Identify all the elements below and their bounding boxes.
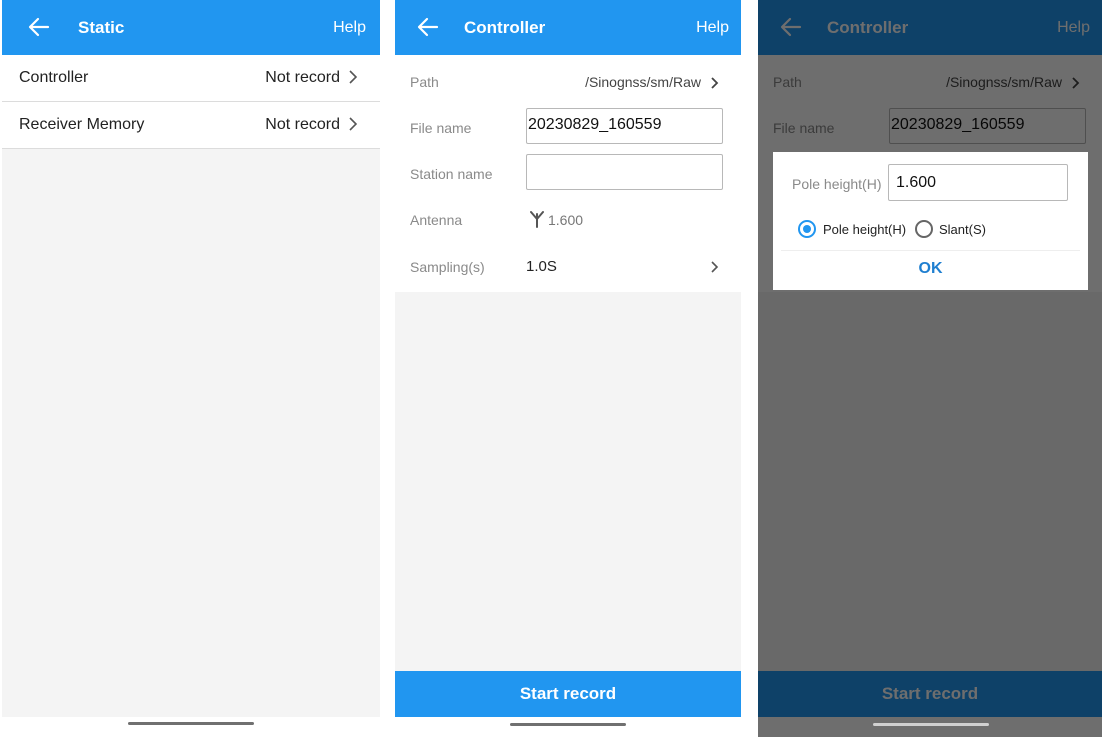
- help-button[interactable]: Help: [696, 19, 729, 37]
- list-item-receiver-memory[interactable]: Receiver Memory Not record: [2, 102, 380, 149]
- static-screen: Static Help Controller Not record Receiv…: [2, 0, 380, 737]
- list-item-controller[interactable]: Controller Not record: [2, 55, 380, 102]
- ok-button[interactable]: OK: [773, 260, 1088, 278]
- home-indicator[interactable]: [128, 722, 254, 725]
- station-name-input[interactable]: [526, 154, 723, 190]
- arrow-left-icon[interactable]: [26, 14, 52, 40]
- row-value: Not record: [265, 69, 340, 86]
- row-value: Not record: [265, 116, 340, 133]
- station-name-label: Station name: [410, 166, 493, 182]
- path-label: Path: [410, 74, 439, 90]
- app-bar: Static Help: [2, 0, 380, 55]
- sampling-label: Sampling(s): [410, 259, 485, 275]
- antenna-icon[interactable]: [530, 210, 544, 228]
- content-area: [395, 292, 741, 671]
- record-form: Path /Sinognss/sm/Raw File name 20230829…: [395, 55, 741, 292]
- chevron-right-icon: [349, 70, 358, 84]
- antenna-height-dialog: Pole height(H) 1.600 Pole height(H) Slan…: [773, 152, 1088, 290]
- chevron-right-icon[interactable]: [710, 76, 719, 90]
- chevron-right-icon: [349, 117, 358, 131]
- antenna-label: Antenna: [410, 212, 463, 228]
- path-value[interactable]: /Sinognss/sm/Raw: [585, 74, 701, 90]
- divider: [781, 250, 1080, 251]
- sampling-value[interactable]: 1.0S: [526, 258, 557, 275]
- controller-screen-with-dialog: Controller Help Path /Sinognss/sm/Raw Fi…: [758, 0, 1102, 737]
- page-title: Controller: [464, 18, 546, 37]
- pole-height-label: Pole height(H): [792, 176, 882, 192]
- slant-radio[interactable]: [915, 220, 933, 238]
- pole-height-input[interactable]: 1.600: [888, 164, 1068, 201]
- page-title: Static: [78, 18, 125, 37]
- pole-height-option-label[interactable]: Pole height(H): [823, 222, 906, 237]
- content-area: [2, 55, 380, 717]
- file-name-label: File name: [410, 120, 472, 136]
- row-label: Controller: [19, 69, 89, 86]
- bottom-strip: [395, 717, 741, 737]
- slant-option-label[interactable]: Slant(S): [939, 222, 986, 237]
- chevron-right-icon[interactable]: [710, 260, 719, 274]
- antenna-value[interactable]: 1.600: [548, 212, 583, 228]
- start-record-button[interactable]: Start record: [395, 671, 741, 717]
- row-label: Receiver Memory: [19, 116, 145, 133]
- app-bar: Controller Help: [395, 0, 741, 55]
- controller-screen: Controller Help Path /Sinognss/sm/Raw Fi…: [395, 0, 741, 737]
- home-indicator[interactable]: [873, 723, 989, 726]
- pole-height-radio[interactable]: [798, 220, 816, 238]
- help-button[interactable]: Help: [333, 19, 366, 37]
- arrow-left-icon[interactable]: [415, 14, 441, 40]
- modal-overlay[interactable]: [758, 0, 1102, 737]
- file-name-input[interactable]: 20230829_160559: [526, 108, 723, 144]
- home-indicator[interactable]: [510, 723, 626, 726]
